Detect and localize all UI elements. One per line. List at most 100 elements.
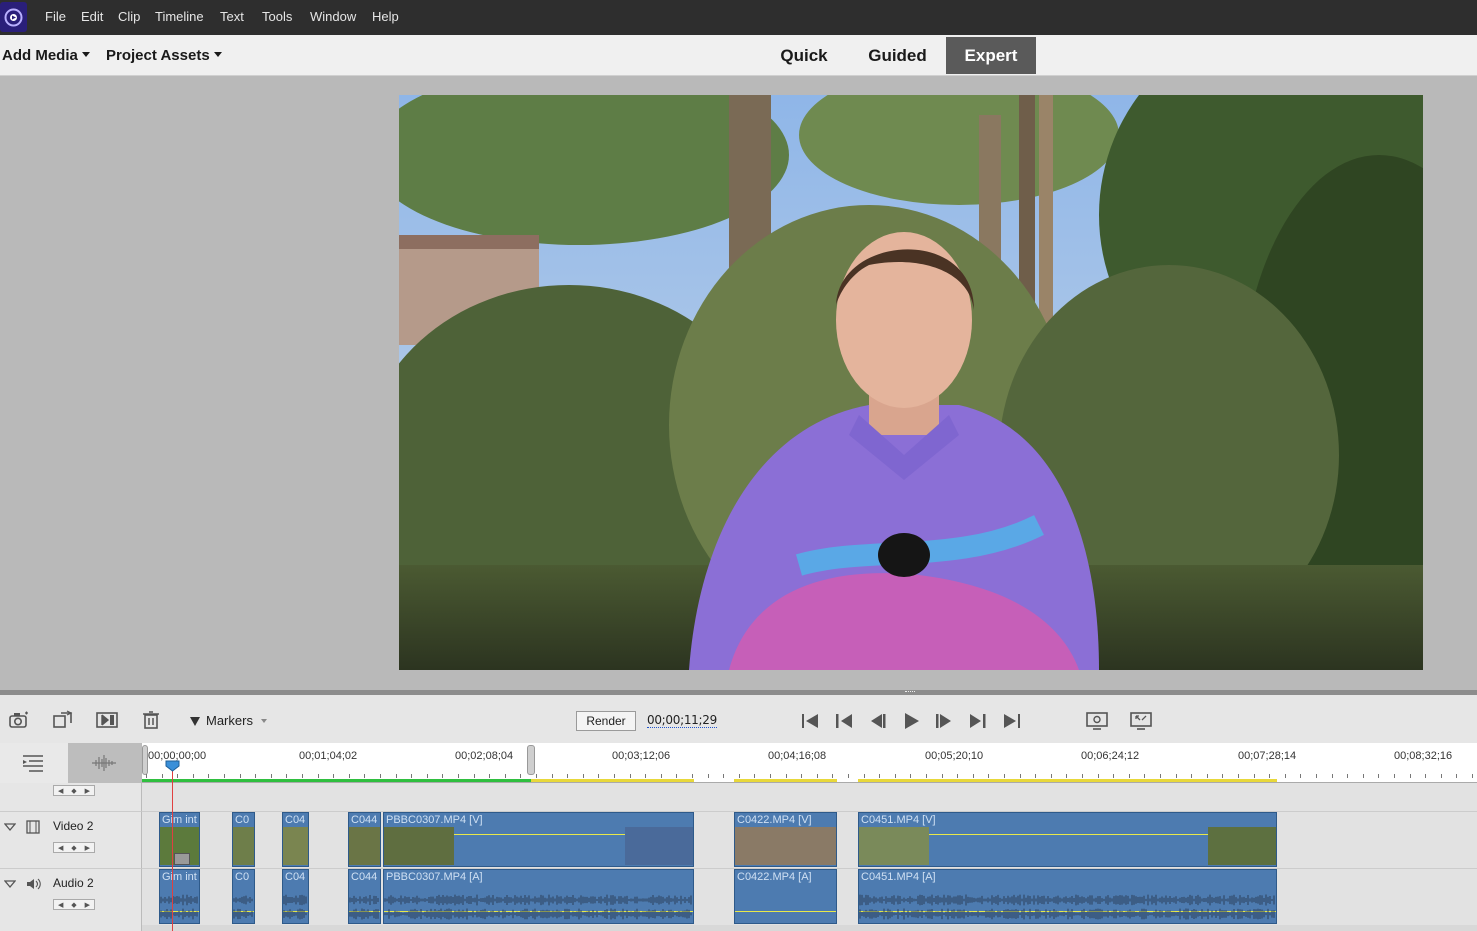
unrendered-bar bbox=[734, 779, 837, 782]
smart-trim-icon[interactable] bbox=[96, 710, 118, 730]
playhead-handle[interactable] bbox=[165, 760, 180, 772]
ruler-tick bbox=[895, 774, 896, 778]
video-clip[interactable]: C0 bbox=[232, 812, 255, 867]
rendered-bar bbox=[142, 779, 531, 782]
tab-expert[interactable]: Expert bbox=[946, 37, 1036, 74]
ruler-tick bbox=[1347, 774, 1348, 778]
track-options-icon[interactable] bbox=[22, 754, 44, 772]
track-nav-control[interactable]: ◀ ◆ ▶ bbox=[53, 785, 95, 796]
audio-clip[interactable]: C04 bbox=[282, 869, 309, 924]
film-icon[interactable] bbox=[26, 820, 40, 834]
ruler-tick bbox=[1191, 774, 1192, 778]
step-back-icon[interactable] bbox=[867, 711, 889, 731]
ruler-tick bbox=[536, 774, 537, 778]
timeline-ruler[interactable]: 00;00;00;00 00;01;04;02 00;02;08;04 00;0… bbox=[142, 743, 1477, 783]
clip-label: C04 bbox=[285, 814, 306, 826]
add-media-dropdown[interactable]: Add Media bbox=[2, 47, 90, 64]
menu-text[interactable]: Text bbox=[220, 9, 244, 24]
audio-clip[interactable]: Gim int bbox=[159, 869, 200, 924]
work-area-end-handle[interactable] bbox=[527, 745, 535, 775]
project-assets-dropdown[interactable]: Project Assets bbox=[106, 47, 222, 64]
audio-waveform bbox=[160, 893, 199, 921]
app-logo-icon[interactable] bbox=[0, 2, 27, 32]
video-clip[interactable]: C0422.MP4 [V] bbox=[734, 812, 837, 867]
ruler-tick bbox=[427, 774, 428, 778]
ruler-tick bbox=[1441, 774, 1442, 778]
ruler-label: 00;02;08;04 bbox=[455, 750, 514, 762]
clip-label: C0 bbox=[235, 871, 250, 883]
ruler-tick bbox=[396, 774, 397, 778]
menu-window[interactable]: Window bbox=[310, 9, 356, 24]
chevron-down-icon bbox=[260, 719, 267, 723]
video-clip[interactable]: Gim int bbox=[159, 812, 200, 867]
clip-thumbnail bbox=[625, 827, 693, 865]
go-to-start-icon[interactable] bbox=[799, 711, 821, 731]
ruler-tick bbox=[645, 774, 646, 778]
next-icon: ▶ bbox=[84, 844, 91, 852]
menu-tools[interactable]: Tools bbox=[262, 9, 292, 24]
ruler-tick bbox=[1269, 774, 1270, 778]
ruler-tick bbox=[318, 774, 319, 778]
audio-track: Gim int C0 C04 C044 PBBC0307.MP4 [A] C04… bbox=[142, 868, 1477, 925]
video-clip[interactable]: C044 bbox=[348, 812, 381, 867]
ruler-label: 00;03;12;06 bbox=[612, 750, 671, 762]
current-timecode[interactable]: 00;00;11;29 bbox=[647, 713, 717, 728]
step-forward-icon[interactable] bbox=[933, 711, 955, 731]
next-track-strip bbox=[142, 925, 1477, 931]
camera-icon[interactable] bbox=[8, 710, 30, 730]
ruler-tick bbox=[1207, 774, 1208, 778]
track-nav-control[interactable]: ◀ ◆ ▶ bbox=[53, 842, 95, 853]
audio-track-name: Audio 2 bbox=[53, 876, 94, 890]
tab-quick[interactable]: Quick bbox=[764, 37, 844, 74]
work-area-start-handle[interactable] bbox=[142, 745, 148, 775]
ruler-tick bbox=[786, 774, 787, 778]
audio-clip[interactable]: C0 bbox=[232, 869, 255, 924]
ruler-tick bbox=[286, 774, 287, 778]
monitor-settings-icon[interactable] bbox=[1086, 711, 1108, 731]
video-clip[interactable]: C0451.MP4 [V] bbox=[858, 812, 1277, 867]
fast-forward-icon[interactable] bbox=[967, 711, 989, 731]
video-clip[interactable]: PBBC0307.MP4 [V] bbox=[383, 812, 694, 867]
ruler-tick bbox=[879, 774, 880, 778]
ruler-tick bbox=[146, 774, 147, 778]
ruler-header bbox=[0, 743, 142, 783]
audio-clip[interactable]: C0422.MP4 [A] bbox=[734, 869, 837, 924]
audio-clip[interactable]: C044 bbox=[348, 869, 381, 924]
audio-clip[interactable]: C0451.MP4 [A] bbox=[858, 869, 1277, 924]
track-nav-control[interactable]: ◀ ◆ ▶ bbox=[53, 899, 95, 910]
audio-waveform-toggle[interactable] bbox=[68, 743, 141, 783]
collapse-triangle-icon[interactable] bbox=[4, 822, 16, 832]
go-to-end-icon[interactable] bbox=[1001, 711, 1023, 731]
play-icon[interactable] bbox=[900, 711, 922, 731]
markers-label: Markers bbox=[206, 713, 253, 728]
collapse-triangle-icon[interactable] bbox=[4, 879, 16, 889]
audio-waveform bbox=[859, 893, 1276, 921]
clip-label: C044 bbox=[351, 871, 378, 883]
ruler-tick bbox=[801, 774, 802, 778]
audio-clip[interactable]: PBBC0307.MP4 [A] bbox=[383, 869, 694, 924]
trash-icon[interactable] bbox=[140, 710, 162, 730]
markers-dropdown[interactable]: Markers bbox=[190, 713, 267, 728]
ruler-tick bbox=[1082, 774, 1083, 778]
menu-file[interactable]: File bbox=[45, 9, 66, 24]
menu-clip[interactable]: Clip bbox=[118, 9, 140, 24]
video-track-name: Video 2 bbox=[53, 819, 94, 833]
ruler-label: 00;06;24;12 bbox=[1081, 750, 1140, 762]
ruler-tick bbox=[1098, 774, 1099, 778]
video-clip[interactable]: C04 bbox=[282, 812, 309, 867]
timeline-toolbar: Markers Render 00;00;11;29 bbox=[0, 695, 1477, 743]
menu-timeline[interactable]: Timeline bbox=[155, 9, 204, 24]
ruler-tick bbox=[848, 774, 849, 778]
render-button[interactable]: Render bbox=[576, 711, 636, 731]
rewind-icon[interactable] bbox=[833, 711, 855, 731]
video-preview[interactable] bbox=[399, 95, 1423, 670]
ruler-label: 00;01;04;02 bbox=[299, 750, 358, 762]
ruler-label: 00;04;16;08 bbox=[768, 750, 827, 762]
menu-help[interactable]: Help bbox=[372, 9, 399, 24]
fullscreen-monitor-icon[interactable] bbox=[1130, 711, 1152, 731]
resize-icon[interactable] bbox=[52, 710, 74, 730]
speaker-icon[interactable] bbox=[26, 877, 42, 891]
ruler-tick bbox=[520, 774, 521, 778]
menu-edit[interactable]: Edit bbox=[81, 9, 103, 24]
tab-guided[interactable]: Guided bbox=[855, 37, 940, 74]
